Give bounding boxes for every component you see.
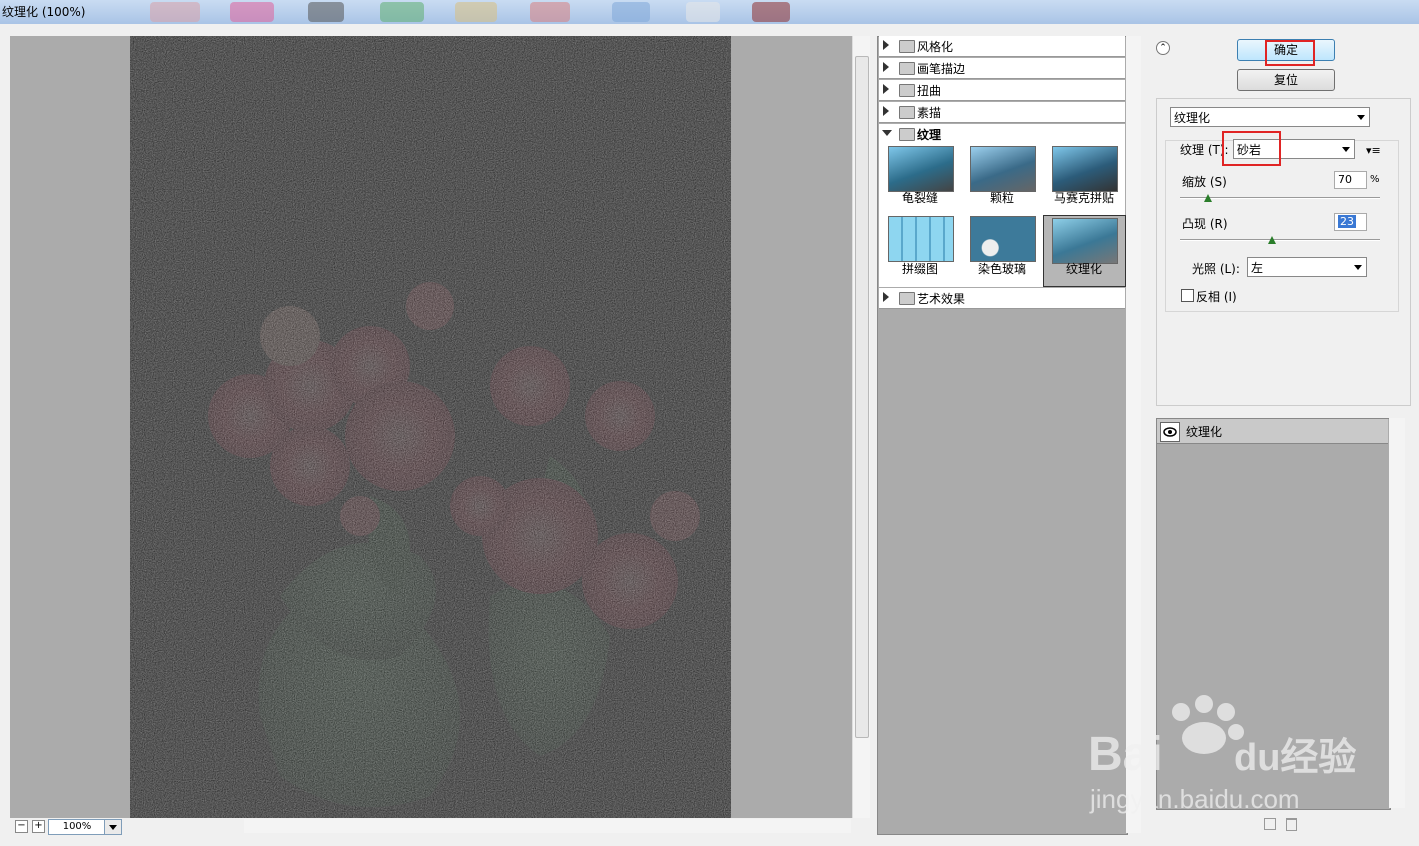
filter-select[interactable]: 纹理化 bbox=[1170, 107, 1370, 127]
relief-slider-knob[interactable] bbox=[1268, 236, 1276, 244]
layers-vertical-scrollbar[interactable] bbox=[1389, 418, 1405, 808]
category-label: 素描 bbox=[917, 106, 942, 120]
scale-slider-knob[interactable] bbox=[1204, 194, 1212, 202]
taskbar-ghost-icon bbox=[380, 2, 424, 22]
scale-label: 缩放 (S) bbox=[1182, 175, 1227, 189]
chevron-right-icon bbox=[883, 62, 889, 72]
folder-icon bbox=[899, 62, 915, 75]
relief-slider-track[interactable] bbox=[1180, 239, 1380, 241]
category-brush-strokes[interactable]: 画笔描边 bbox=[879, 58, 1125, 79]
new-layer-icon[interactable] bbox=[1264, 818, 1276, 830]
chevron-down-icon bbox=[882, 130, 892, 136]
filter-select-value: 纹理化 bbox=[1174, 111, 1211, 125]
preview-vertical-scrollbar[interactable] bbox=[852, 36, 870, 818]
category-sketch[interactable]: 素描 bbox=[879, 102, 1125, 123]
taskbar-ghost-icon bbox=[230, 2, 274, 22]
relief-value: 23 bbox=[1338, 215, 1356, 228]
category-label: 风格化 bbox=[917, 40, 954, 54]
folder-icon bbox=[899, 292, 915, 305]
thumb-texturizer[interactable] bbox=[1052, 218, 1118, 264]
thumb-label: 纹理化 bbox=[1065, 262, 1102, 276]
preview-horizontal-scrollbar[interactable] bbox=[244, 819, 851, 833]
menu-icon[interactable]: ▾≡ bbox=[1366, 144, 1381, 157]
chevron-right-icon bbox=[883, 84, 889, 94]
zoom-out-button[interactable]: − bbox=[15, 820, 28, 833]
folder-icon bbox=[899, 106, 915, 119]
chevron-down-icon bbox=[1342, 147, 1350, 152]
chevron-down-icon bbox=[1354, 265, 1362, 270]
folder-icon bbox=[899, 128, 915, 141]
category-stylize[interactable]: 风格化 bbox=[879, 36, 1125, 57]
taskbar-ghost-icon bbox=[686, 2, 720, 22]
scale-input[interactable]: 70 bbox=[1334, 171, 1367, 189]
thumb-craquelure[interactable] bbox=[888, 146, 954, 192]
category-texture[interactable]: 纹理 bbox=[879, 124, 1125, 145]
taskbar-ghost-icon bbox=[612, 2, 650, 22]
svg-text:Bai: Bai bbox=[1088, 728, 1163, 781]
title-bar: 纹理化 (100%) bbox=[0, 0, 1419, 25]
category-distort[interactable]: 扭曲 bbox=[879, 80, 1125, 101]
taskbar-ghost-icon bbox=[752, 2, 790, 22]
thumb-label: 颗粒 bbox=[989, 191, 1014, 205]
highlight-box bbox=[1222, 131, 1281, 166]
category-artistic[interactable]: 艺术效果 bbox=[879, 288, 1125, 309]
folder-icon bbox=[899, 40, 915, 53]
category-label: 画笔描边 bbox=[917, 62, 966, 76]
invert-checkbox[interactable] bbox=[1181, 289, 1194, 302]
taskbar-ghost-icon bbox=[455, 2, 497, 22]
taskbar-ghost-icon bbox=[308, 2, 344, 22]
svg-text:jingyan.baidu.com: jingyan.baidu.com bbox=[1089, 784, 1300, 814]
chevron-right-icon bbox=[883, 292, 889, 302]
thumb-grain[interactable] bbox=[970, 146, 1036, 192]
category-label: 纹理 bbox=[917, 128, 942, 142]
scrollbar-thumb[interactable] bbox=[855, 56, 869, 738]
chevron-down-icon bbox=[1357, 115, 1365, 120]
relief-label: 凸现 (R) bbox=[1182, 217, 1228, 231]
chevron-right-icon bbox=[883, 40, 889, 50]
thumb-mosaic-tiles[interactable] bbox=[1052, 146, 1118, 192]
zoom-in-button[interactable]: + bbox=[32, 820, 45, 833]
light-select-value: 左 bbox=[1251, 261, 1264, 275]
taskbar-ghost-icon bbox=[150, 2, 200, 22]
thumb-label: 马赛克拼贴 bbox=[1053, 191, 1114, 205]
reset-button[interactable]: 复位 bbox=[1237, 69, 1335, 91]
relief-input[interactable]: 23 bbox=[1334, 213, 1367, 231]
invert-label: 反相 (I) bbox=[1196, 290, 1237, 304]
window-title: 纹理化 (100%) bbox=[2, 5, 86, 19]
highlight-box bbox=[1265, 40, 1315, 66]
category-label: 扭曲 bbox=[917, 84, 942, 98]
thumb-label: 染色玻璃 bbox=[977, 262, 1026, 276]
taskbar-ghost-icon bbox=[530, 2, 570, 22]
thumb-stained-glass[interactable] bbox=[970, 216, 1036, 262]
collapse-icon[interactable]: ⌃ bbox=[1156, 41, 1170, 55]
thumb-label: 拼缀图 bbox=[901, 262, 938, 276]
preview-image[interactable] bbox=[130, 36, 731, 818]
trash-icon[interactable] bbox=[1286, 818, 1297, 831]
chevron-down-icon bbox=[109, 825, 117, 830]
svg-text:du经验: du经验 bbox=[1234, 737, 1356, 779]
eye-icon[interactable] bbox=[1160, 422, 1180, 442]
baidu-watermark-logo: Bai du经验 jingyan.baidu.com bbox=[1088, 695, 1356, 814]
zoom-level-field[interactable]: 100% bbox=[48, 819, 106, 835]
chevron-right-icon bbox=[883, 106, 889, 116]
category-label: 艺术效果 bbox=[917, 292, 966, 306]
layer-label: 纹理化 bbox=[1186, 425, 1223, 439]
zoom-dropdown-button[interactable] bbox=[104, 819, 122, 835]
thumb-patchwork[interactable] bbox=[888, 216, 954, 262]
light-select[interactable]: 左 bbox=[1247, 257, 1367, 277]
thumb-label: 龟裂缝 bbox=[901, 191, 938, 205]
light-label: 光照 (L): bbox=[1192, 262, 1240, 276]
scale-unit: % bbox=[1370, 174, 1380, 185]
folder-icon bbox=[899, 84, 915, 97]
